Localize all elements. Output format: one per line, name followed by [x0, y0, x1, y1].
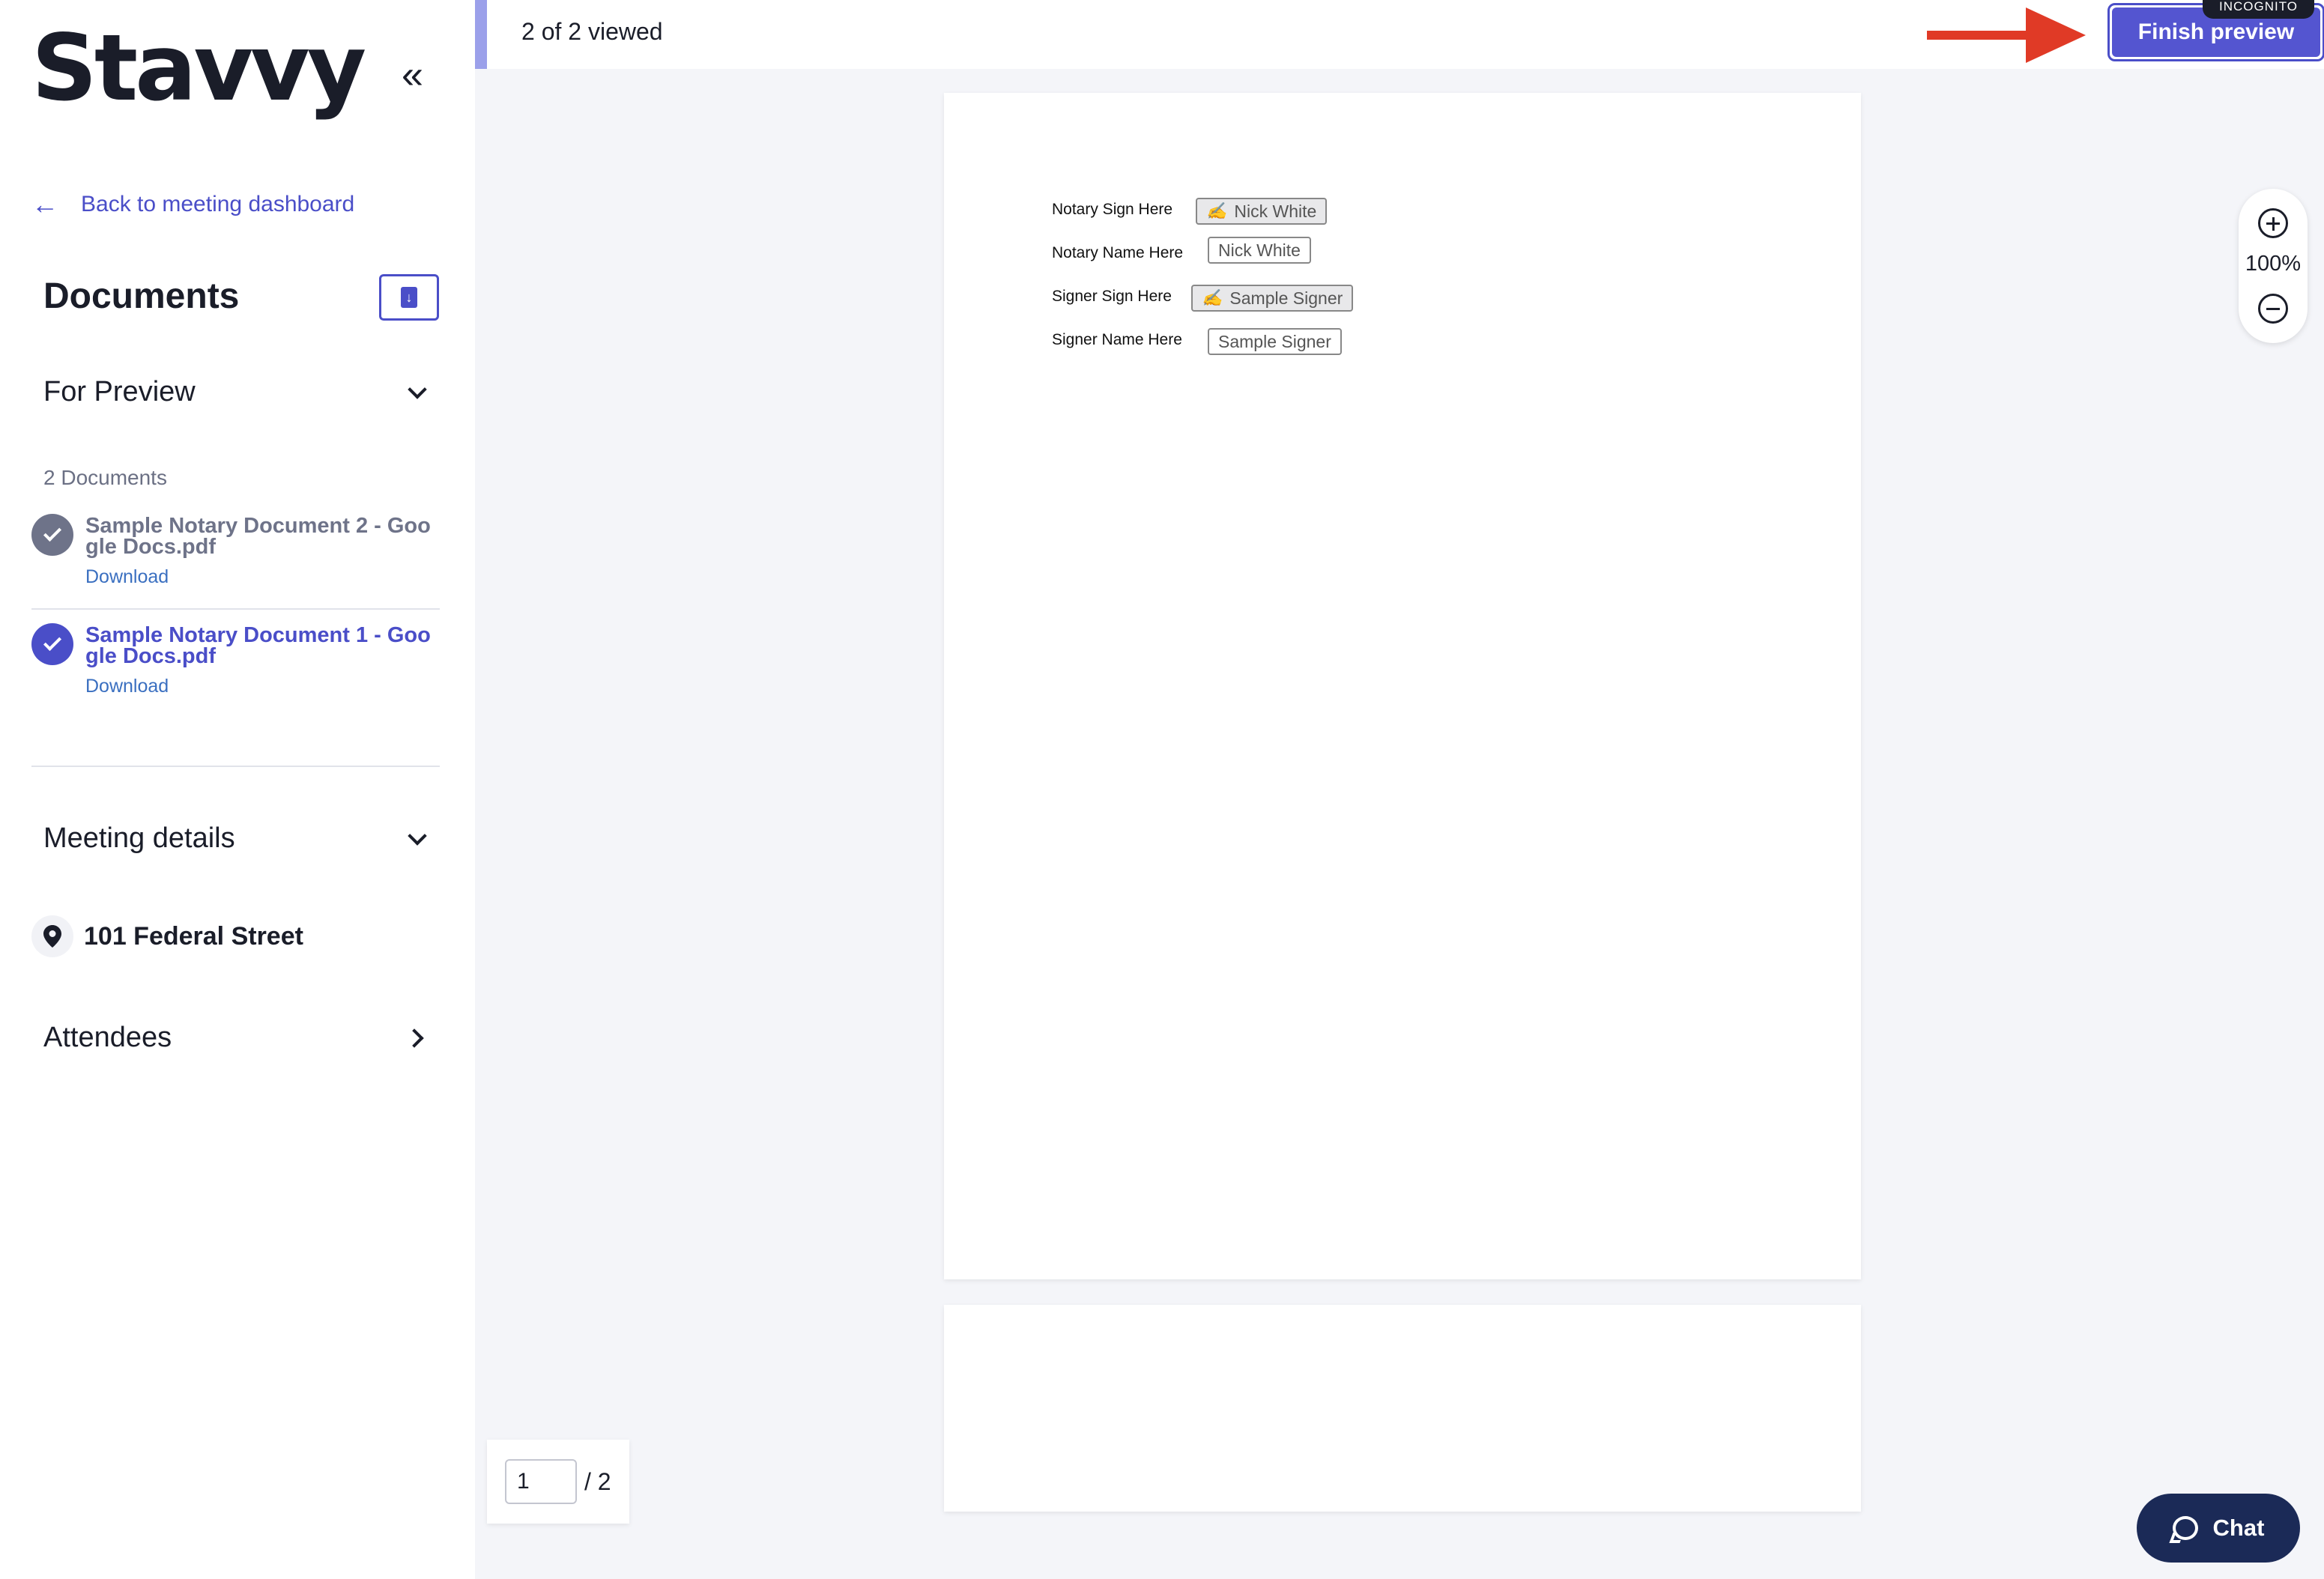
notary-name-field[interactable]: Nick White	[1208, 237, 1311, 264]
meeting-location: 101 Federal Street	[31, 915, 303, 957]
form-field-row: Notary Sign Here	[1052, 201, 1172, 219]
chevron-down-icon	[408, 825, 427, 846]
chevron-right-icon	[405, 1028, 424, 1048]
field-label: Signer Sign Here	[1052, 288, 1172, 305]
documents-title: Documents	[43, 276, 240, 316]
divider	[31, 608, 440, 610]
download-documents-button[interactable]: ↓	[379, 274, 439, 321]
file-download-icon: ↓	[401, 287, 417, 308]
zoom-level: 100%	[2245, 252, 2302, 276]
back-to-dashboard-link[interactable]: ← Back to meeting dashboard	[31, 189, 354, 220]
chat-label: Chat	[2212, 1515, 2265, 1541]
page-navigator: / 2	[487, 1440, 629, 1524]
meeting-details-section-toggle[interactable]: Meeting details	[43, 822, 429, 855]
field-label: Signer Name Here	[1052, 331, 1182, 348]
chevron-down-icon	[408, 379, 427, 399]
signer-signature-field[interactable]: ✍ Sample Signer	[1191, 285, 1354, 312]
stavvy-logo[interactable]: Stavvy	[31, 22, 366, 114]
field-value: Nick White	[1218, 240, 1301, 260]
document-name: Sample Notary Document 1 - Google Docs.p…	[85, 623, 431, 668]
form-field-row: Signer Sign Here	[1052, 288, 1172, 306]
collapse-sidebar-icon[interactable]: «	[402, 55, 423, 94]
field-label: Notary Sign Here	[1052, 201, 1173, 218]
meeting-address: 101 Federal Street	[84, 921, 303, 951]
check-icon	[31, 623, 73, 665]
back-link-label: Back to meeting dashboard	[81, 192, 355, 216]
document-name: Sample Notary Document 2 - Google Docs.p…	[85, 514, 431, 559]
download-link[interactable]: Download	[85, 566, 169, 588]
meeting-details-label: Meeting details	[43, 822, 235, 854]
form-field-row: Signer Name Here	[1052, 331, 1182, 349]
page-total: / 2	[584, 1467, 611, 1495]
signature-icon: ✍	[1202, 288, 1223, 308]
page-number-input[interactable]	[505, 1459, 577, 1504]
field-value: Sample Signer	[1229, 288, 1343, 308]
field-value: Sample Signer	[1218, 331, 1331, 351]
zoom-out-icon[interactable]	[2258, 294, 2288, 324]
for-preview-label: For Preview	[43, 376, 196, 407]
zoom-in-icon[interactable]	[2258, 208, 2288, 238]
location-pin-icon	[31, 915, 73, 957]
download-link[interactable]: Download	[85, 676, 169, 697]
attendees-section-toggle[interactable]: Attendees	[43, 1022, 429, 1054]
red-arrow-annotation-icon	[1927, 7, 2086, 63]
arrow-left-icon: ←	[31, 189, 58, 219]
chat-button[interactable]: Chat	[2137, 1494, 2300, 1563]
check-icon	[31, 514, 73, 556]
document-page-1: Notary Sign Here ✍ Nick White Notary Nam…	[944, 93, 1861, 1279]
top-bar: 2 of 2 viewed Finish preview INCOGNITO	[475, 0, 2324, 69]
document-count: 2 Documents	[43, 466, 167, 489]
viewed-progress-text: 2 of 2 viewed	[521, 18, 663, 45]
form-field-row: Notary Name Here	[1052, 244, 1183, 262]
document-page-2	[944, 1305, 1861, 1512]
zoom-control: 100%	[2239, 189, 2308, 343]
incognito-badge: INCOGNITO	[2203, 0, 2315, 19]
chat-bubble-icon	[2172, 1516, 2198, 1540]
sidebar: Stavvy « ← Back to meeting dashboard Doc…	[0, 0, 475, 1579]
signer-name-field[interactable]: Sample Signer	[1208, 328, 1342, 355]
notary-signature-field[interactable]: ✍ Nick White	[1196, 198, 1328, 225]
signature-icon: ✍	[1206, 201, 1227, 221]
attendees-label: Attendees	[43, 1022, 172, 1053]
field-value: Nick White	[1234, 201, 1317, 221]
divider	[31, 766, 440, 767]
for-preview-section-toggle[interactable]: For Preview	[43, 376, 429, 408]
field-label: Notary Name Here	[1052, 244, 1184, 261]
